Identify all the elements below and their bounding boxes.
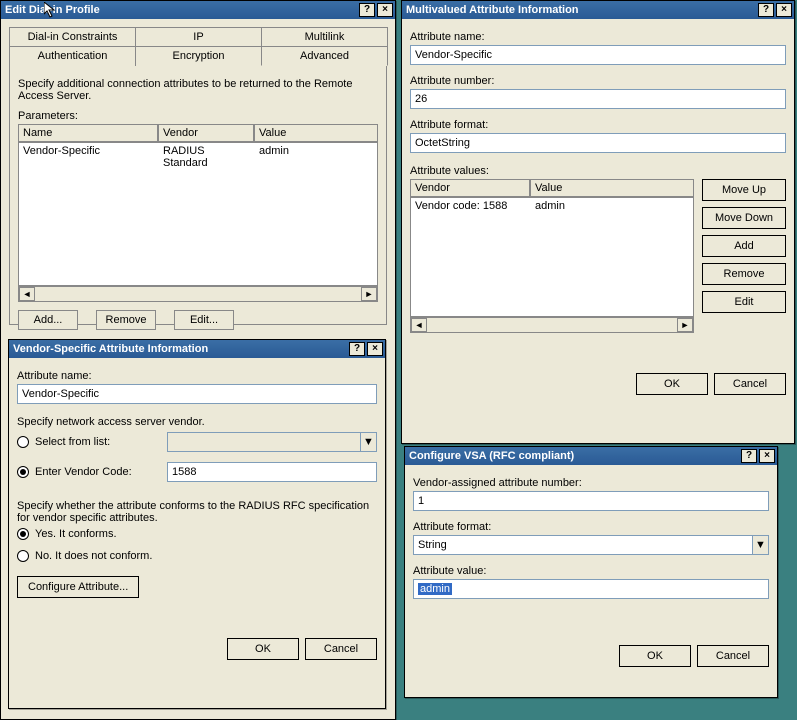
- vsa-fmt-label: Attribute format:: [413, 521, 769, 533]
- attr-fmt-field: OctetString: [410, 133, 786, 153]
- instruction-text: Specify additional connection attributes…: [18, 78, 378, 102]
- vsa-info-title: Vendor-Specific Attribute Information: [13, 343, 208, 355]
- cell-value: admin: [255, 143, 293, 171]
- move-up-button[interactable]: Move Up: [702, 179, 786, 201]
- cancel-button[interactable]: Cancel: [697, 645, 769, 667]
- multi-titlebar: Multivalued Attribute Information ? ×: [402, 1, 794, 19]
- vsa-val-label: Attribute value:: [413, 565, 769, 577]
- help-icon[interactable]: ?: [758, 3, 774, 17]
- ok-button[interactable]: OK: [619, 645, 691, 667]
- col-value[interactable]: Value: [530, 179, 694, 197]
- configure-vsa-window: Configure VSA (RFC compliant) ? × Vendor…: [404, 446, 778, 698]
- col-vendor[interactable]: Vendor: [410, 179, 530, 197]
- values-label: Attribute values:: [410, 165, 786, 177]
- values-listview[interactable]: Vendor Value Vendor code: 1588 admin ◄ ►: [410, 179, 694, 333]
- radio-yes-conforms[interactable]: Yes. It conforms.: [17, 528, 377, 540]
- vendor-instruction: Specify network access server vendor.: [17, 416, 377, 428]
- parameters-label: Parameters:: [18, 110, 378, 122]
- help-icon[interactable]: ?: [741, 449, 757, 463]
- scroll-left-icon[interactable]: ◄: [411, 318, 427, 332]
- parameters-hscroll[interactable]: ◄ ►: [18, 286, 378, 302]
- edit-button[interactable]: Edit: [702, 291, 786, 313]
- add-button[interactable]: Add: [702, 235, 786, 257]
- parameters-listview[interactable]: Name Vendor Value Vendor-Specific RADIUS…: [18, 124, 378, 302]
- tab-encryption[interactable]: Encryption: [135, 46, 262, 66]
- remove-button[interactable]: Remove: [702, 263, 786, 285]
- attr-num-field: 26: [410, 89, 786, 109]
- cancel-button[interactable]: Cancel: [305, 638, 377, 660]
- vsa-fmt-combo[interactable]: String ▼: [413, 535, 769, 555]
- cell-name: Vendor-Specific: [19, 143, 159, 171]
- cfgvsa-title: Configure VSA (RFC compliant): [409, 450, 574, 462]
- vsa-val-input[interactable]: admin: [413, 579, 769, 599]
- radio-enter-vendor-code[interactable]: Enter Vendor Code:: [17, 466, 167, 478]
- cell-vendor: Vendor code: 1588: [411, 198, 531, 214]
- vendor-list-combo[interactable]: ▼: [167, 432, 377, 452]
- vsa-info-window: Vendor-Specific Attribute Information ? …: [8, 339, 386, 709]
- attr-name-field: Vendor-Specific: [17, 384, 377, 404]
- close-icon[interactable]: ×: [776, 3, 792, 17]
- cancel-button[interactable]: Cancel: [714, 373, 786, 395]
- scroll-right-icon[interactable]: ►: [677, 318, 693, 332]
- col-value[interactable]: Value: [254, 124, 378, 142]
- multi-title: Multivalued Attribute Information: [406, 4, 579, 16]
- col-name[interactable]: Name: [18, 124, 158, 142]
- radio-no-conform[interactable]: No. It does not conform.: [17, 550, 377, 562]
- attr-name-field: Vendor-Specific: [410, 45, 786, 65]
- table-row[interactable]: Vendor code: 1588 admin: [411, 198, 693, 214]
- values-hscroll[interactable]: ◄ ►: [410, 317, 694, 333]
- cfgvsa-titlebar: Configure VSA (RFC compliant) ? ×: [405, 447, 777, 465]
- vsa-info-titlebar: Vendor-Specific Attribute Information ? …: [9, 340, 385, 358]
- tab-authentication[interactable]: Authentication: [9, 46, 136, 66]
- tab-dialin-constraints[interactable]: Dial-in Constraints: [9, 27, 136, 46]
- table-row[interactable]: Vendor-Specific RADIUS Standard admin: [19, 143, 377, 171]
- scroll-left-icon[interactable]: ◄: [19, 287, 35, 301]
- cell-value: admin: [531, 198, 569, 214]
- chevron-down-icon[interactable]: ▼: [753, 535, 769, 555]
- configure-attribute-button[interactable]: Configure Attribute...: [17, 576, 139, 598]
- chevron-down-icon[interactable]: ▼: [361, 432, 377, 452]
- tab-advanced[interactable]: Advanced: [261, 46, 388, 66]
- vsa-num-input[interactable]: 1: [413, 491, 769, 511]
- col-vendor[interactable]: Vendor: [158, 124, 254, 142]
- vsa-num-label: Vendor-assigned attribute number:: [413, 477, 769, 489]
- attr-name-label: Attribute name:: [410, 31, 786, 43]
- edit-profile-titlebar: Edit Dial-in Profile ? ×: [1, 1, 395, 19]
- add-button[interactable]: Add...: [18, 310, 78, 330]
- tab-multilink[interactable]: Multilink: [261, 27, 388, 46]
- attr-fmt-label: Attribute format:: [410, 119, 786, 131]
- cell-vendor: RADIUS Standard: [159, 143, 255, 171]
- edit-button[interactable]: Edit...: [174, 310, 234, 330]
- scroll-right-icon[interactable]: ►: [361, 287, 377, 301]
- attr-name-label: Attribute name:: [17, 370, 377, 382]
- close-icon[interactable]: ×: [367, 342, 383, 356]
- close-icon[interactable]: ×: [377, 3, 393, 17]
- radio-select-from-list[interactable]: Select from list:: [17, 436, 167, 448]
- multivalued-attr-window: Multivalued Attribute Information ? × At…: [401, 0, 795, 444]
- move-down-button[interactable]: Move Down: [702, 207, 786, 229]
- edit-profile-title: Edit Dial-in Profile: [5, 4, 100, 16]
- remove-button[interactable]: Remove: [96, 310, 156, 330]
- conform-instruction: Specify whether the attribute conforms t…: [17, 500, 377, 524]
- help-icon[interactable]: ?: [359, 3, 375, 17]
- close-icon[interactable]: ×: [759, 449, 775, 463]
- ok-button[interactable]: OK: [227, 638, 299, 660]
- help-icon[interactable]: ?: [349, 342, 365, 356]
- ok-button[interactable]: OK: [636, 373, 708, 395]
- attr-num-label: Attribute number:: [410, 75, 786, 87]
- vendor-code-input[interactable]: 1588: [167, 462, 377, 482]
- tab-ip[interactable]: IP: [135, 27, 262, 46]
